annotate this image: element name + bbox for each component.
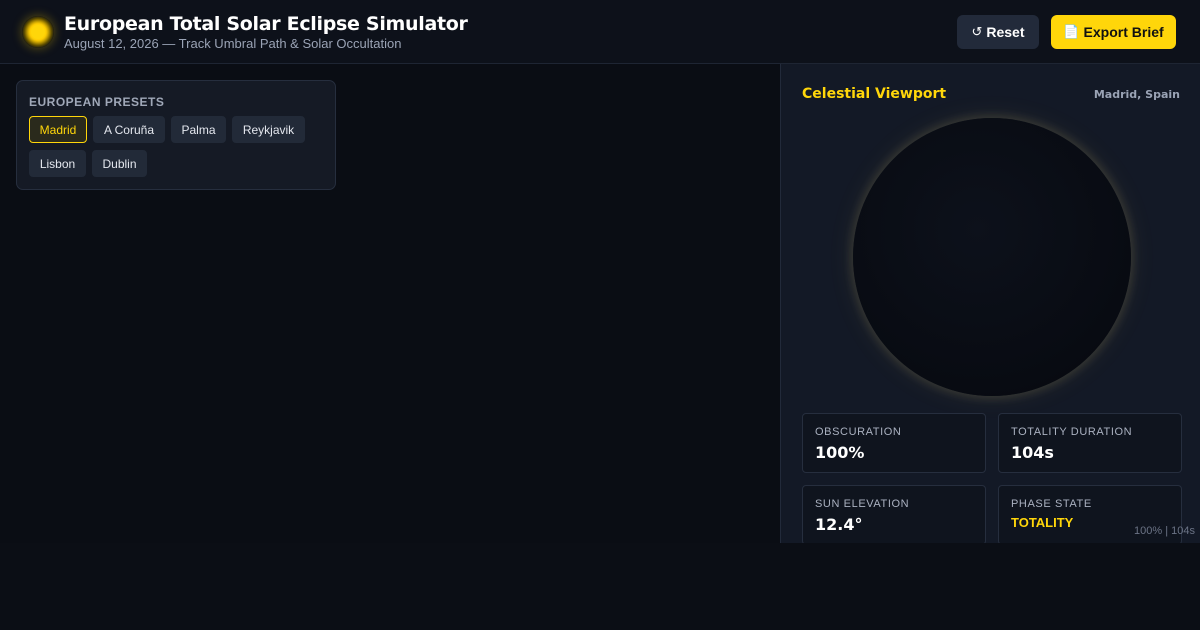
- app-title: European Total Solar Eclipse Simulator: [64, 13, 468, 35]
- viewport-title: Celestial Viewport: [802, 86, 947, 102]
- location-label: Madrid, Spain: [1093, 88, 1180, 101]
- sun-elevation-card: SUN ELEVATION 12.4°: [802, 485, 986, 545]
- document-icon: 📄: [1063, 24, 1080, 39]
- phase-state-value: TOTALITY: [1011, 515, 1074, 530]
- header-bar: European Total Solar Eclipse Simulator A…: [0, 0, 1200, 64]
- preset-chip-palma[interactable]: Palma: [171, 116, 226, 143]
- sun-elevation-value: 12.4°: [815, 515, 863, 534]
- phase-state-label: PHASE STATE: [1011, 498, 1092, 510]
- preset-chip-dublin[interactable]: Dublin: [92, 150, 147, 177]
- preset-chip-lisbon[interactable]: Lisbon: [29, 150, 86, 177]
- totality-duration-card: TOTALITY DURATION 104s: [998, 413, 1182, 473]
- app-subtitle: August 12, 2026 — Track Umbral Path & So…: [64, 36, 402, 51]
- sun-elevation-label: SUN ELEVATION: [815, 498, 910, 510]
- bottom-empty-area: [0, 543, 1200, 630]
- sun-core-icon: [31, 25, 45, 39]
- eclipsed-sun-disc: [853, 118, 1131, 396]
- status-readout: 100% | 104s: [1134, 525, 1195, 537]
- obscuration-label: OBSCURATION: [815, 426, 902, 438]
- presets-title: EUROPEAN PRESETS: [29, 95, 165, 109]
- reset-label: Reset: [986, 24, 1025, 40]
- eclipse-logo-icon: [22, 16, 54, 48]
- reset-icon: ↺: [971, 24, 983, 39]
- reset-button[interactable]: ↺ Reset: [957, 15, 1039, 49]
- preset-chip-a-coruna[interactable]: A Coruña: [93, 116, 165, 143]
- preset-chip-reykjavik[interactable]: Reykjavik: [232, 116, 305, 143]
- obscuration-card: OBSCURATION 100%: [802, 413, 986, 473]
- export-label: Export Brief: [1083, 24, 1164, 40]
- obscuration-value: 100%: [815, 443, 865, 462]
- totality-duration-value: 104s: [1011, 443, 1054, 462]
- export-brief-button[interactable]: 📄 Export Brief: [1051, 15, 1176, 49]
- map-area[interactable]: EUROPEAN PRESETS Madrid A Coruña Palma R…: [0, 64, 780, 543]
- app-root: European Total Solar Eclipse Simulator A…: [0, 0, 1200, 630]
- celestial-viewport-panel: Celestial Viewport Madrid, Spain OBSCURA…: [780, 64, 1200, 545]
- european-presets-panel: EUROPEAN PRESETS Madrid A Coruña Palma R…: [16, 80, 336, 190]
- preset-chip-madrid[interactable]: Madrid: [29, 116, 87, 143]
- totality-duration-label: TOTALITY DURATION: [1011, 426, 1133, 438]
